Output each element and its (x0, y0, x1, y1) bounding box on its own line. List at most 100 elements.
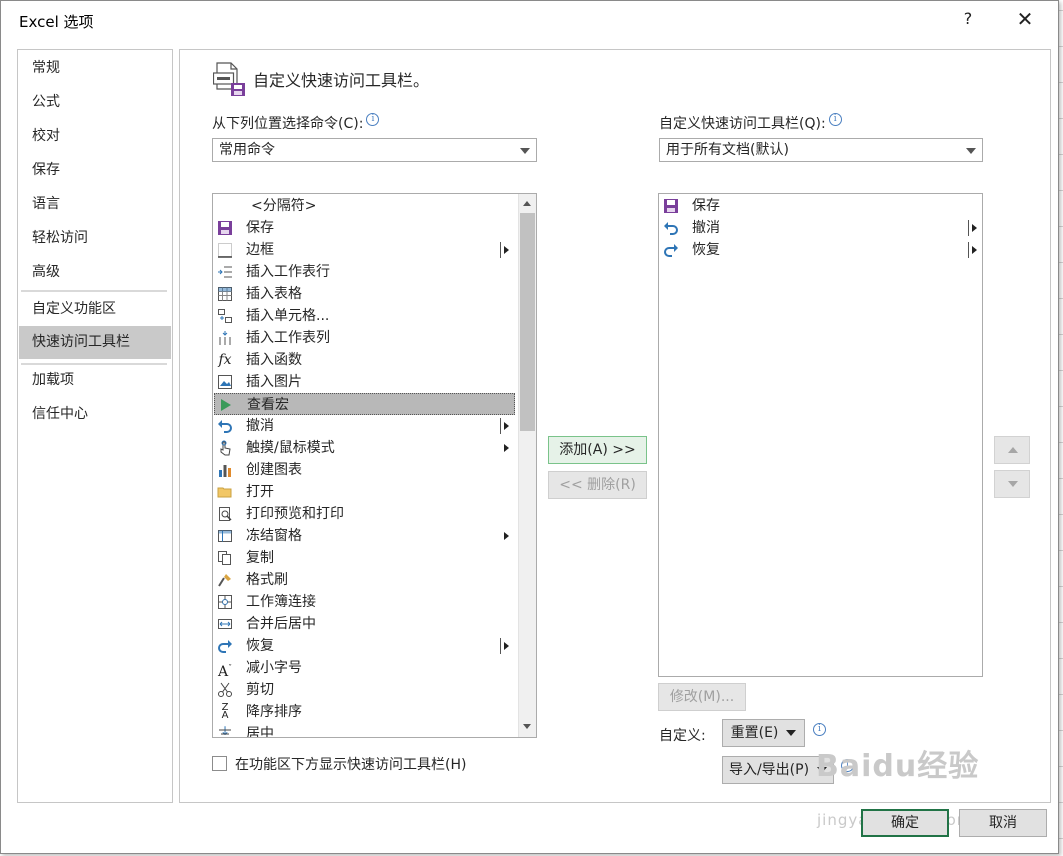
list-item-label: 工作簿连接 (246, 594, 316, 610)
chevron-down-icon (786, 730, 797, 736)
list-item[interactable]: 撤消 (660, 217, 981, 239)
split-divider (500, 242, 501, 258)
sidebar-item-formulas[interactable]: 公式 (19, 87, 171, 117)
watermark-logo: Baidu经验 (816, 749, 980, 784)
list-item[interactable]: 打印预览和打印 (214, 503, 515, 525)
scroll-down-button[interactable] (519, 718, 536, 735)
ok-button[interactable]: 确定 (861, 809, 949, 837)
submenu-arrow-icon (972, 224, 977, 232)
commands-list[interactable]: <分隔符> 保存 边框 插入工作表行 插入表格 插入单元格... 插入工作表列 fx 插入函数插… (212, 193, 537, 738)
commands-scrollbar[interactable] (518, 194, 536, 737)
list-item[interactable]: Aˇ 减小字号 (214, 657, 515, 680)
reset-button[interactable]: 重置(E) (722, 719, 805, 747)
list-item[interactable]: 保存 (214, 217, 515, 239)
list-item[interactable]: 恢复 (214, 635, 515, 657)
list-item[interactable]: 插入工作表列 (214, 327, 515, 349)
open-folder-icon (217, 484, 233, 500)
list-item[interactable]: 插入工作表行 (214, 261, 515, 283)
sidebar-item-quick-access-toolbar[interactable]: 快速访问工具栏 (19, 326, 171, 359)
modify-button[interactable]: 修改(M)... (658, 683, 746, 711)
move-down-button[interactable] (994, 470, 1030, 498)
quick-access-toolbar-icon (213, 62, 245, 96)
dialog-title: Excel 选项 (19, 13, 94, 31)
list-item[interactable]: 格式刷 (214, 569, 515, 591)
list-item-label: 查看宏 (247, 397, 289, 413)
customize-toolbar-label: 自定义快速访问工具栏(Q): i (659, 113, 842, 133)
list-item[interactable]: 插入表格 (214, 283, 515, 305)
show-below-ribbon-label: 在功能区下方显示快速访问工具栏(H) (235, 757, 467, 773)
excel-options-dialog: Excel 选项 ? ✕ 常规 公式 校对 保存 语言 轻松访问 高级 自定义功… (0, 0, 1059, 854)
add-button[interactable]: 添加(A) >> (548, 436, 647, 464)
merge-center-icon (217, 616, 233, 632)
list-item-label: 插入工作表列 (246, 330, 330, 346)
function-icon: fx (218, 352, 232, 368)
list-item[interactable]: 触摸/鼠标模式 (214, 437, 515, 459)
list-item[interactable]: 查看宏 (214, 393, 515, 415)
list-item[interactable]: fx 插入函数 (214, 349, 515, 371)
sidebar-item-addins[interactable]: 加载项 (19, 365, 171, 395)
picture-icon (217, 374, 233, 390)
insert-row-icon (217, 264, 233, 280)
macro-icon (218, 397, 234, 413)
list-item-label: 插入图片 (246, 374, 302, 390)
list-item[interactable]: 撤消 (214, 415, 515, 437)
list-item-label: 触摸/鼠标模式 (246, 440, 335, 456)
list-item[interactable]: <分隔符> (214, 195, 515, 217)
undo-icon (663, 220, 679, 236)
split-divider (968, 242, 969, 258)
customize-toolbar-dropdown[interactable]: 用于所有文档(默认) (659, 138, 983, 162)
insert-cells-icon (217, 308, 233, 324)
list-item[interactable]: 恢复 (660, 239, 981, 261)
chart-icon (217, 462, 233, 478)
page-heading: 自定义快速访问工具栏。 (253, 71, 430, 90)
cancel-button[interactable]: 取消 (959, 809, 1047, 837)
remove-button[interactable]: << 删除(R) (548, 471, 647, 499)
list-item-label: 保存 (692, 198, 720, 214)
split-divider (500, 638, 501, 654)
scroll-up-button[interactable] (519, 195, 536, 212)
list-item[interactable]: 插入图片 (214, 371, 515, 393)
list-item[interactable]: 复制 (214, 547, 515, 569)
show-below-ribbon-checkbox[interactable] (212, 756, 227, 771)
list-item[interactable]: 合并后居中 (214, 613, 515, 635)
info-icon: i (366, 113, 380, 126)
list-item[interactable]: 居中 (214, 723, 515, 737)
submenu-arrow-icon (972, 246, 977, 254)
list-item[interactable]: 保存 (660, 195, 981, 217)
list-item[interactable]: 打开 (214, 481, 515, 503)
copy-icon (217, 550, 233, 566)
submenu-arrow-icon (504, 444, 509, 452)
sidebar-item-trust-center[interactable]: 信任中心 (19, 399, 171, 429)
move-up-button[interactable] (994, 436, 1030, 464)
chevron-down-icon (520, 148, 530, 154)
toolbar-items-list[interactable]: 保存撤消 恢复 (658, 193, 983, 677)
choose-commands-value: 常用命令 (219, 142, 275, 158)
close-button[interactable]: ✕ (1013, 7, 1037, 31)
sidebar-item-proofing[interactable]: 校对 (19, 121, 171, 151)
format-painter-icon (217, 572, 233, 588)
list-item[interactable]: 剪切 (214, 679, 515, 701)
sidebar-item-language[interactable]: 语言 (19, 189, 171, 219)
sidebar-item-advanced[interactable]: 高级 (19, 257, 171, 287)
list-item-label: 降序排序 (246, 704, 302, 720)
help-button[interactable]: ? (958, 9, 978, 31)
choose-commands-dropdown[interactable]: 常用命令 (212, 138, 537, 162)
list-item[interactable]: Z A↓ 降序排序 (214, 701, 515, 738)
insert-column-icon (217, 330, 233, 346)
list-item[interactable]: 冻结窗格 (214, 525, 515, 547)
list-item[interactable]: 插入单元格... (214, 305, 515, 327)
scroll-thumb[interactable] (520, 213, 535, 431)
sidebar-item-accessibility[interactable]: 轻松访问 (19, 223, 171, 253)
undo-icon (217, 418, 233, 434)
sidebar-item-customize-ribbon[interactable]: 自定义功能区 (19, 294, 171, 324)
split-divider (500, 418, 501, 434)
choose-commands-label: 从下列位置选择命令(C): i (212, 113, 380, 133)
sidebar-item-save[interactable]: 保存 (19, 155, 171, 185)
list-item[interactable]: 创建图表 (214, 459, 515, 481)
sidebar-item-general[interactable]: 常规 (19, 53, 171, 83)
list-item-label: 合并后居中 (246, 616, 316, 632)
list-item[interactable]: 工作簿连接 (214, 591, 515, 613)
list-item[interactable]: 边框 (214, 239, 515, 261)
choose-commands-label-text: 从下列位置选择命令(C): (212, 116, 364, 132)
center-icon (217, 726, 233, 737)
